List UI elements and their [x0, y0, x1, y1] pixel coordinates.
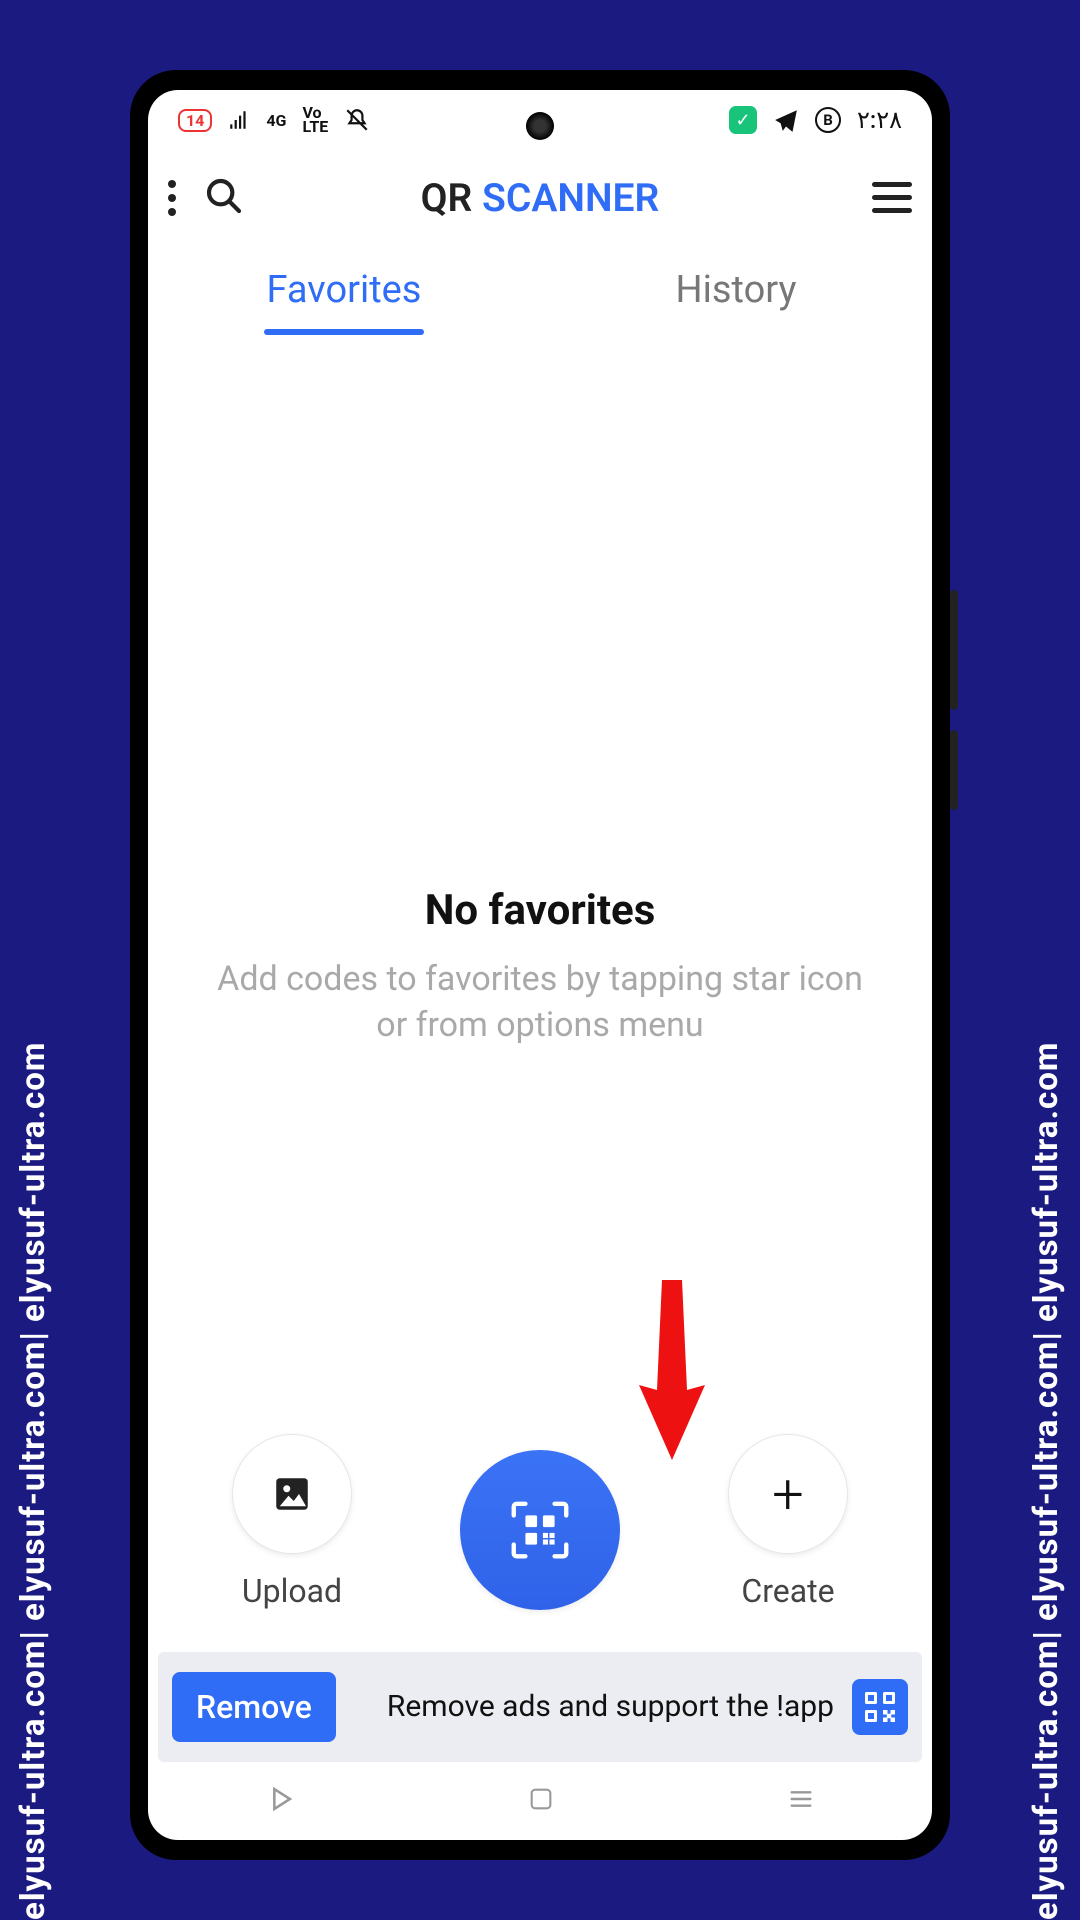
upload-action[interactable]: Upload	[232, 1434, 352, 1610]
tab-favorites[interactable]: Favorites	[148, 245, 540, 335]
phone-side-button	[950, 730, 958, 810]
create-action[interactable]: + Create	[728, 1434, 848, 1610]
tabs-row: Favorites History	[148, 245, 932, 335]
phone-screen: 14 4G Vo LTE ✓ B ٢:٢٨	[148, 90, 932, 1840]
app-title-part2: SCANNER	[482, 175, 659, 221]
app-title: QR SCANNER	[421, 175, 660, 221]
front-camera	[526, 112, 554, 140]
watermark-right: elyusuf-ultra.com| elyusuf-ultra.com| el…	[1027, 0, 1066, 1920]
qr-scan-icon	[505, 1495, 575, 1565]
menu-button[interactable]	[872, 182, 912, 213]
create-label: Create	[741, 1572, 834, 1610]
nav-back-button[interactable]	[263, 1782, 297, 1820]
upload-button-circle[interactable]	[232, 1434, 352, 1554]
ad-banner: Remove Remove ads and support the !app	[158, 1652, 922, 1762]
app-header: QR SCANNER	[148, 150, 932, 245]
remove-ads-button[interactable]: Remove	[172, 1672, 336, 1742]
watermark-left: elyusuf-ultra.com| elyusuf-ultra.com| el…	[14, 0, 53, 1920]
upload-label: Upload	[242, 1572, 342, 1610]
nav-home-button[interactable]	[527, 1785, 555, 1817]
empty-subtitle: Add codes to favorites by tapping star i…	[208, 957, 872, 1049]
volte-label: Vo LTE	[302, 106, 328, 133]
image-icon	[271, 1473, 313, 1515]
ad-banner-text: Remove ads and support the !app	[354, 1688, 834, 1726]
tab-history[interactable]: History	[540, 245, 932, 335]
system-nav-bar	[148, 1762, 932, 1840]
phone-side-button	[950, 590, 958, 710]
phone-frame: 14 4G Vo LTE ✓ B ٢:٢٨	[130, 70, 950, 1860]
network-4g-label: 4G	[266, 111, 286, 130]
scan-action[interactable]	[460, 1450, 620, 1610]
status-clock: ٢:٢٨	[857, 106, 902, 134]
empty-state: No favorites Add codes to favorites by t…	[148, 335, 932, 1840]
search-button[interactable]	[204, 176, 244, 220]
mute-icon	[344, 107, 370, 133]
plus-icon: +	[772, 1461, 804, 1527]
app-notification-icon: ✓	[729, 106, 757, 134]
bottom-actions: Upload +	[148, 1434, 932, 1610]
nav-recents-button[interactable]	[785, 1783, 817, 1819]
signal-icon	[228, 109, 250, 131]
app-title-part1: QR	[421, 175, 482, 221]
more-options-button[interactable]	[168, 180, 176, 216]
scan-button-circle[interactable]	[460, 1450, 620, 1610]
badge-b-icon: B	[815, 107, 841, 133]
ad-qr-icon	[852, 1679, 908, 1735]
create-button-circle[interactable]: +	[728, 1434, 848, 1554]
telegram-icon	[773, 107, 799, 133]
empty-title: No favorites	[425, 886, 656, 935]
battery-icon: 14	[178, 109, 212, 132]
